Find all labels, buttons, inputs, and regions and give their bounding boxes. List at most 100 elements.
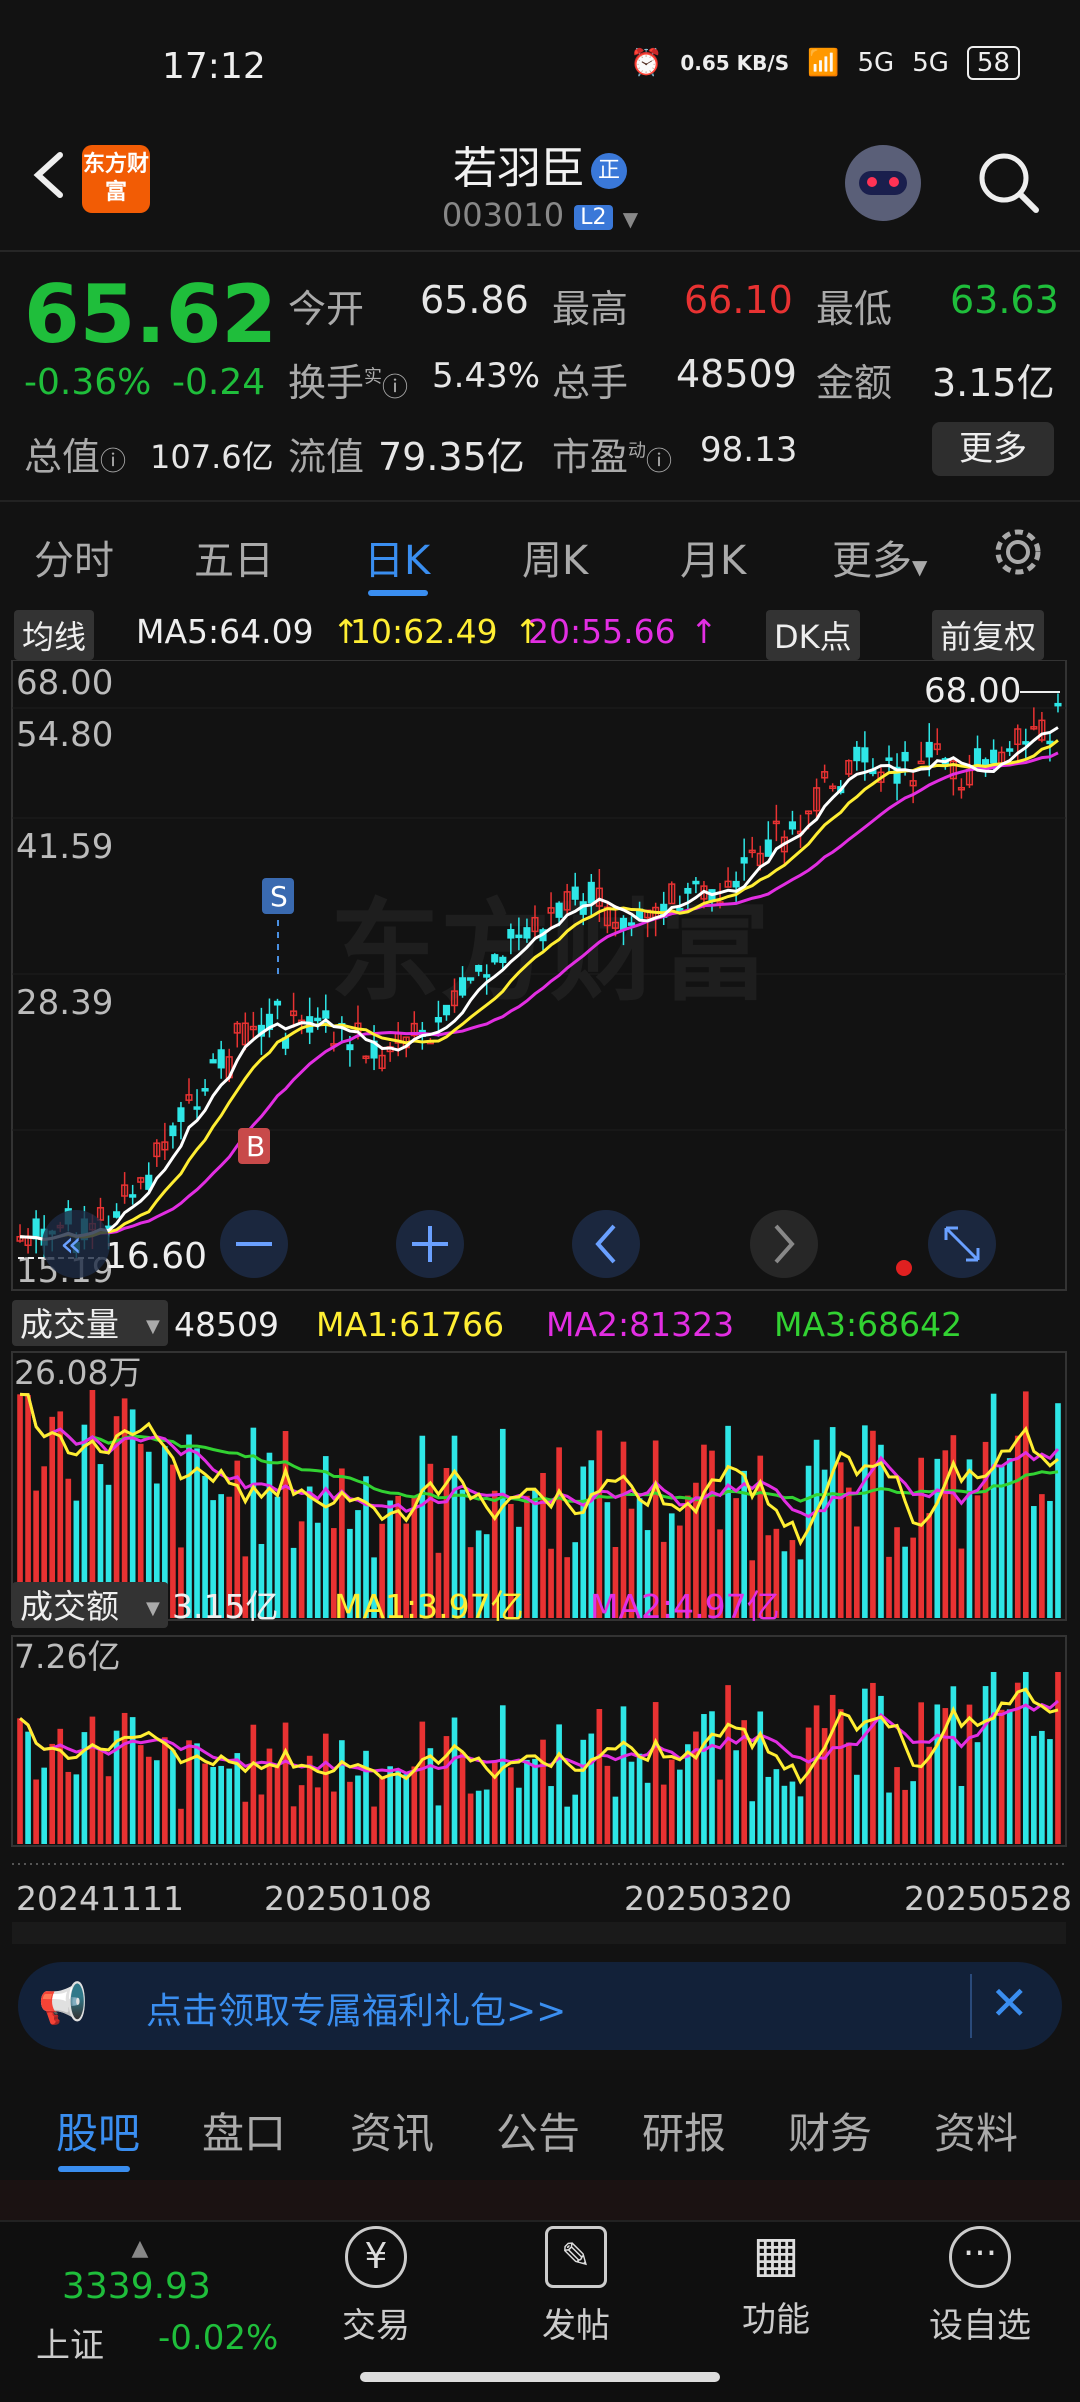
stock-name-text: 若羽臣 — [453, 143, 585, 194]
stock-header: 东方财富 若羽臣正 003010 L2 ▼ — [0, 120, 1080, 250]
dk-point-button[interactable]: DK点 — [766, 610, 860, 660]
turnover-value: 5.43% — [432, 356, 541, 396]
nav-add-watchlist[interactable]: ··· 设自选 — [920, 2226, 1040, 2347]
close-icon[interactable]: ✕ — [990, 1976, 1029, 2030]
wifi-icon: 📶 — [807, 48, 840, 78]
tab-monthly-k[interactable]: 月K — [680, 528, 746, 586]
date-axis: 20241111 20250108 20250320 20250528 — [16, 1879, 1072, 1918]
scroll-left-button[interactable] — [572, 1210, 640, 1278]
tab-news[interactable]: 资讯 — [350, 2100, 434, 2161]
info-icon[interactable]: ⓘ — [646, 447, 672, 477]
volume-bar — [1014, 1435, 1021, 1618]
amount-label: 金额 — [816, 361, 893, 405]
promo-banner[interactable]: 📢 点击领取专属福利礼包>> ✕ — [18, 1962, 1062, 2050]
info-icon[interactable]: ⓘ — [100, 447, 126, 477]
amount-bar — [403, 1774, 410, 1844]
high-label: 最高 — [552, 287, 629, 331]
candle-body — [1022, 741, 1030, 745]
candle-body — [314, 1017, 322, 1022]
volume-bar — [290, 1547, 297, 1618]
amount-bar — [97, 1750, 104, 1844]
tab-research[interactable]: 研报 — [642, 2100, 726, 2161]
candle-body — [740, 857, 748, 864]
amount-bar — [829, 1694, 836, 1844]
amount-bar — [958, 1785, 965, 1844]
candle-body — [442, 1004, 451, 1016]
index-name: 上证 — [36, 2326, 104, 2366]
amount-caret-icon: ▼ — [146, 1598, 160, 1619]
volume-toggle-button[interactable]: 成交量 — [20, 1305, 119, 1344]
candle-body — [458, 977, 467, 996]
amount-bar — [467, 1793, 474, 1844]
date-label-3: 20250320 — [624, 1879, 792, 1918]
buy-marker[interactable]: B — [238, 1128, 270, 1164]
megaphone-icon: 📢 — [38, 1981, 88, 2027]
tab-more[interactable]: 更多▼ — [832, 528, 927, 586]
settings-gear-icon[interactable] — [990, 524, 1046, 580]
candle-body — [475, 964, 483, 972]
amount-bar — [379, 1776, 385, 1844]
low-mark-label: 16.60 — [104, 1236, 207, 1277]
tab-forum[interactable]: 股吧 — [56, 2100, 140, 2161]
more-quote-button[interactable]: 更多 — [932, 422, 1054, 476]
amount-bar — [282, 1722, 289, 1844]
nav-post[interactable]: ✎ 发帖 — [516, 2226, 636, 2347]
candle-body — [201, 1088, 209, 1092]
volume-legend: 成交量 ▼ 48509 MA1:61766 MA2:81323 MA3:6864… — [12, 1300, 962, 1346]
amount-bar — [862, 1688, 868, 1844]
alarm-icon: ⏰ — [629, 48, 663, 78]
amount-bar — [1055, 1672, 1061, 1844]
robot-assistant-icon[interactable] — [845, 145, 921, 221]
amount-bar — [998, 1709, 1005, 1844]
volume-ma1: MA1:61766 — [316, 1305, 504, 1344]
amount-bar — [290, 1806, 297, 1844]
search-icon[interactable] — [976, 150, 1042, 216]
tab-announcements[interactable]: 公告 — [496, 2100, 580, 2161]
date-label-2: 20250108 — [264, 1879, 432, 1918]
adjust-mode-button[interactable]: 前复权 — [932, 610, 1045, 660]
amount-toggle-button[interactable]: 成交额 — [20, 1587, 119, 1626]
nav-trade[interactable]: ¥ 交易 — [316, 2226, 436, 2347]
amount-bar — [202, 1763, 208, 1844]
tab-daily-k[interactable]: 日K — [364, 528, 430, 586]
amount-bar — [765, 1776, 772, 1844]
tab-intraday[interactable]: 分时 — [34, 528, 114, 586]
low-label: 最低 — [816, 287, 893, 331]
index-value[interactable]: 3339.93 — [62, 2266, 211, 2307]
stock-code[interactable]: 003010 L2 ▼ — [0, 196, 1080, 234]
tab-finance[interactable]: 财务 — [788, 2100, 872, 2161]
nav-functions[interactable]: ▦ 功能 — [716, 2226, 836, 2341]
tab-profile[interactable]: 资料 — [934, 2100, 1018, 2161]
amount-bar — [636, 1753, 643, 1844]
volume-bar — [845, 1487, 852, 1618]
volume-bar — [306, 1486, 313, 1618]
active-info-tab-indicator — [58, 2166, 130, 2172]
amount-bar — [105, 1776, 112, 1844]
amount-bar — [137, 1745, 144, 1844]
amount-bar — [355, 1775, 361, 1844]
sell-marker[interactable]: S — [262, 878, 294, 978]
caret-up-icon[interactable]: ▲ — [60, 2236, 220, 2261]
amount-bar — [676, 1769, 683, 1844]
volume-bar — [564, 1557, 570, 1618]
volume-value: 48509 — [676, 352, 797, 396]
volume-bar — [958, 1548, 965, 1618]
nav-trade-label: 交易 — [342, 2306, 410, 2346]
info-icon[interactable]: ⓘ — [382, 373, 408, 403]
open-value: 65.86 — [420, 278, 529, 322]
amount-bar — [556, 1724, 562, 1844]
kline-chart-area[interactable]: 东方财富 68.00 54.80 41.59 28.39 15.19 68.00… — [0, 660, 1080, 1950]
candle-body — [587, 881, 595, 904]
ma-toggle-button[interactable]: 均线 — [14, 610, 95, 660]
volume-bar — [572, 1542, 579, 1618]
scroll-right-button[interactable] — [750, 1210, 818, 1278]
promo-text[interactable]: 点击领取专属福利礼包>> — [146, 1982, 566, 2034]
amount-bar — [725, 1685, 731, 1844]
tab-five-day[interactable]: 五日 — [194, 528, 274, 586]
candle-body — [499, 956, 507, 964]
amount-bar — [210, 1767, 216, 1844]
volume-caret-icon: ▼ — [146, 1316, 160, 1337]
home-indicator[interactable] — [360, 2372, 720, 2382]
tab-orderbook[interactable]: 盘口 — [202, 2100, 286, 2161]
tab-weekly-k[interactable]: 周K — [522, 528, 588, 586]
